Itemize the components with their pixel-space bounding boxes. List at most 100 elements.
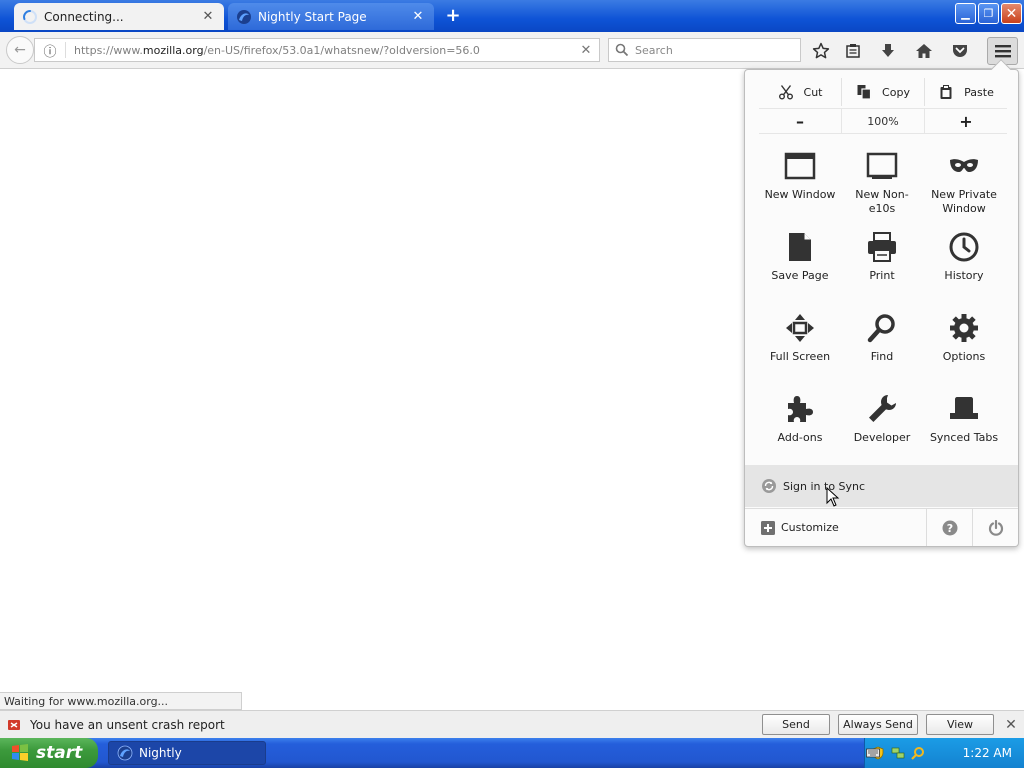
developer-button[interactable]: Developer (841, 385, 923, 466)
scissors-icon (778, 85, 793, 100)
save-page-button[interactable]: Save Page (759, 223, 841, 304)
full-screen-button[interactable]: Full Screen (759, 304, 841, 385)
paste-button[interactable]: Paste (925, 78, 1007, 106)
hamburger-menu-icon (994, 45, 1011, 58)
fullscreen-icon (786, 314, 814, 342)
back-button[interactable]: ← (6, 36, 34, 64)
plus-square-icon (761, 520, 775, 535)
non-e10s-icon (866, 152, 898, 179)
menu-item-label: Print (869, 269, 895, 282)
screen: Connecting... ✕ Nightly Start Page ✕ + ▁… (0, 0, 1024, 768)
cut-button[interactable]: Cut (759, 78, 842, 106)
menu-item-label: Full Screen (769, 350, 831, 363)
main-menu-panel: Cut Copy Paste – 100% + New Window New N… (744, 59, 1019, 547)
send-button[interactable]: Send (762, 714, 830, 735)
gear-icon (950, 314, 978, 342)
status-panel: Waiting for www.mozilla.org... (0, 692, 242, 710)
bookmark-star-button[interactable] (808, 38, 834, 64)
printer-icon (868, 232, 896, 262)
history-button[interactable]: History (923, 223, 1005, 304)
windows-flag-icon (12, 744, 28, 761)
url-bar[interactable]: ⓘ https://www.mozilla.org/en-US/firefox/… (34, 38, 600, 62)
search-icon (615, 43, 629, 57)
minimize-button[interactable]: ▁ (955, 3, 976, 24)
private-mask-icon (950, 159, 978, 172)
magnifier-icon (867, 314, 895, 343)
cut-label: Cut (803, 85, 823, 99)
menu-item-label: History (944, 269, 984, 282)
network-icon[interactable] (891, 746, 905, 760)
copy-label: Copy (882, 85, 910, 99)
tab-connecting[interactable]: Connecting... ✕ (14, 3, 224, 30)
menu-item-label: Developer (853, 431, 911, 444)
help-glyph: ? (946, 522, 952, 535)
tab-nightly-start-page[interactable]: Nightly Start Page ✕ (228, 3, 434, 30)
help-button[interactable]: ? (926, 509, 972, 546)
menu-item-label: Add-ons (777, 431, 823, 444)
url-text[interactable]: https://www.mozilla.org/en-US/firefox/53… (74, 44, 573, 57)
home-button[interactable] (911, 38, 937, 64)
bookmarks-menu-button[interactable] (840, 38, 866, 64)
keyboard-icon[interactable] (866, 746, 880, 760)
sync-icon (762, 479, 776, 493)
taskbar-item-nightly[interactable]: Nightly (108, 741, 266, 765)
add-ons-button[interactable]: Add-ons (759, 385, 841, 466)
menu-item-label: New Window (764, 188, 836, 201)
menu-item-label: Synced Tabs (929, 431, 999, 444)
zoom-in-button[interactable]: + (925, 109, 1007, 133)
synced-tabs-button[interactable]: Synced Tabs (923, 385, 1005, 466)
view-button[interactable]: View (926, 714, 994, 735)
start-button[interactable]: start (0, 738, 98, 768)
customize-button[interactable]: Customize (745, 509, 926, 546)
search-input[interactable] (635, 43, 795, 57)
downloads-button[interactable] (875, 38, 901, 64)
close-tab-icon[interactable]: ✕ (200, 9, 216, 24)
crash-report-icon (8, 719, 20, 730)
bookmarks-list-icon (846, 44, 860, 58)
notification-text: You have an unsent crash report (30, 717, 225, 732)
customize-label: Customize (781, 521, 839, 534)
taskbar-clock: 1:22 AM (962, 746, 1012, 760)
copy-button[interactable]: Copy (842, 78, 925, 106)
stop-button[interactable]: ✕ (573, 43, 599, 58)
zoom-out-button[interactable]: – (759, 109, 842, 133)
url-domain: mozilla.org (142, 43, 204, 57)
sign-in-to-sync-button[interactable]: Sign in to Sync (745, 465, 1018, 507)
print-button[interactable]: Print (841, 223, 923, 304)
close-tab-icon[interactable]: ✕ (410, 9, 426, 24)
tab-label: Connecting... (44, 9, 124, 24)
maximize-button[interactable]: ❐ (978, 3, 999, 24)
edit-controls: Cut Copy Paste (759, 78, 1007, 106)
menu-item-label: Find (870, 350, 894, 363)
nightly-globe-icon (237, 9, 251, 24)
always-send-button[interactable]: Always Send (838, 714, 918, 735)
help-icon: ? (942, 520, 957, 535)
search-icon[interactable] (911, 746, 925, 760)
close-window-button[interactable]: ✕ (1001, 3, 1022, 24)
puzzle-icon (788, 396, 813, 422)
search-bar[interactable] (608, 38, 801, 62)
wrench-icon (869, 395, 896, 422)
clipboard-icon (940, 85, 952, 99)
crash-report-notification: You have an unsent crash report Send Alw… (0, 710, 1024, 738)
site-info-icon[interactable]: ⓘ (35, 41, 65, 60)
close-notification-button[interactable]: ✕ (1000, 717, 1022, 733)
system-tray: 1:22 AM (864, 738, 1024, 768)
zoom-reset-button[interactable]: 100% (842, 109, 925, 133)
clock-icon (949, 232, 979, 262)
download-arrow-icon (882, 44, 894, 57)
new-window-button[interactable]: New Window (759, 142, 841, 223)
options-button[interactable]: Options (923, 304, 1005, 385)
loading-spinner-icon (23, 9, 37, 24)
tab-label: Nightly Start Page (258, 9, 367, 24)
quit-button[interactable] (972, 509, 1018, 546)
find-button[interactable]: Find (841, 304, 923, 385)
copy-icon (857, 85, 872, 100)
new-non-e10s-button[interactable]: New Non-e10s (841, 142, 923, 223)
pocket-button[interactable] (947, 38, 973, 64)
taskbar-item-label: Nightly (139, 746, 182, 760)
new-private-window-button[interactable]: New Private Window (923, 142, 1005, 223)
navigation-toolbar: ← ⓘ https://www.mozilla.org/en-US/firefo… (0, 32, 1024, 69)
new-tab-button[interactable]: + (442, 6, 464, 26)
window-controls: ▁ ❐ ✕ (955, 3, 1022, 24)
